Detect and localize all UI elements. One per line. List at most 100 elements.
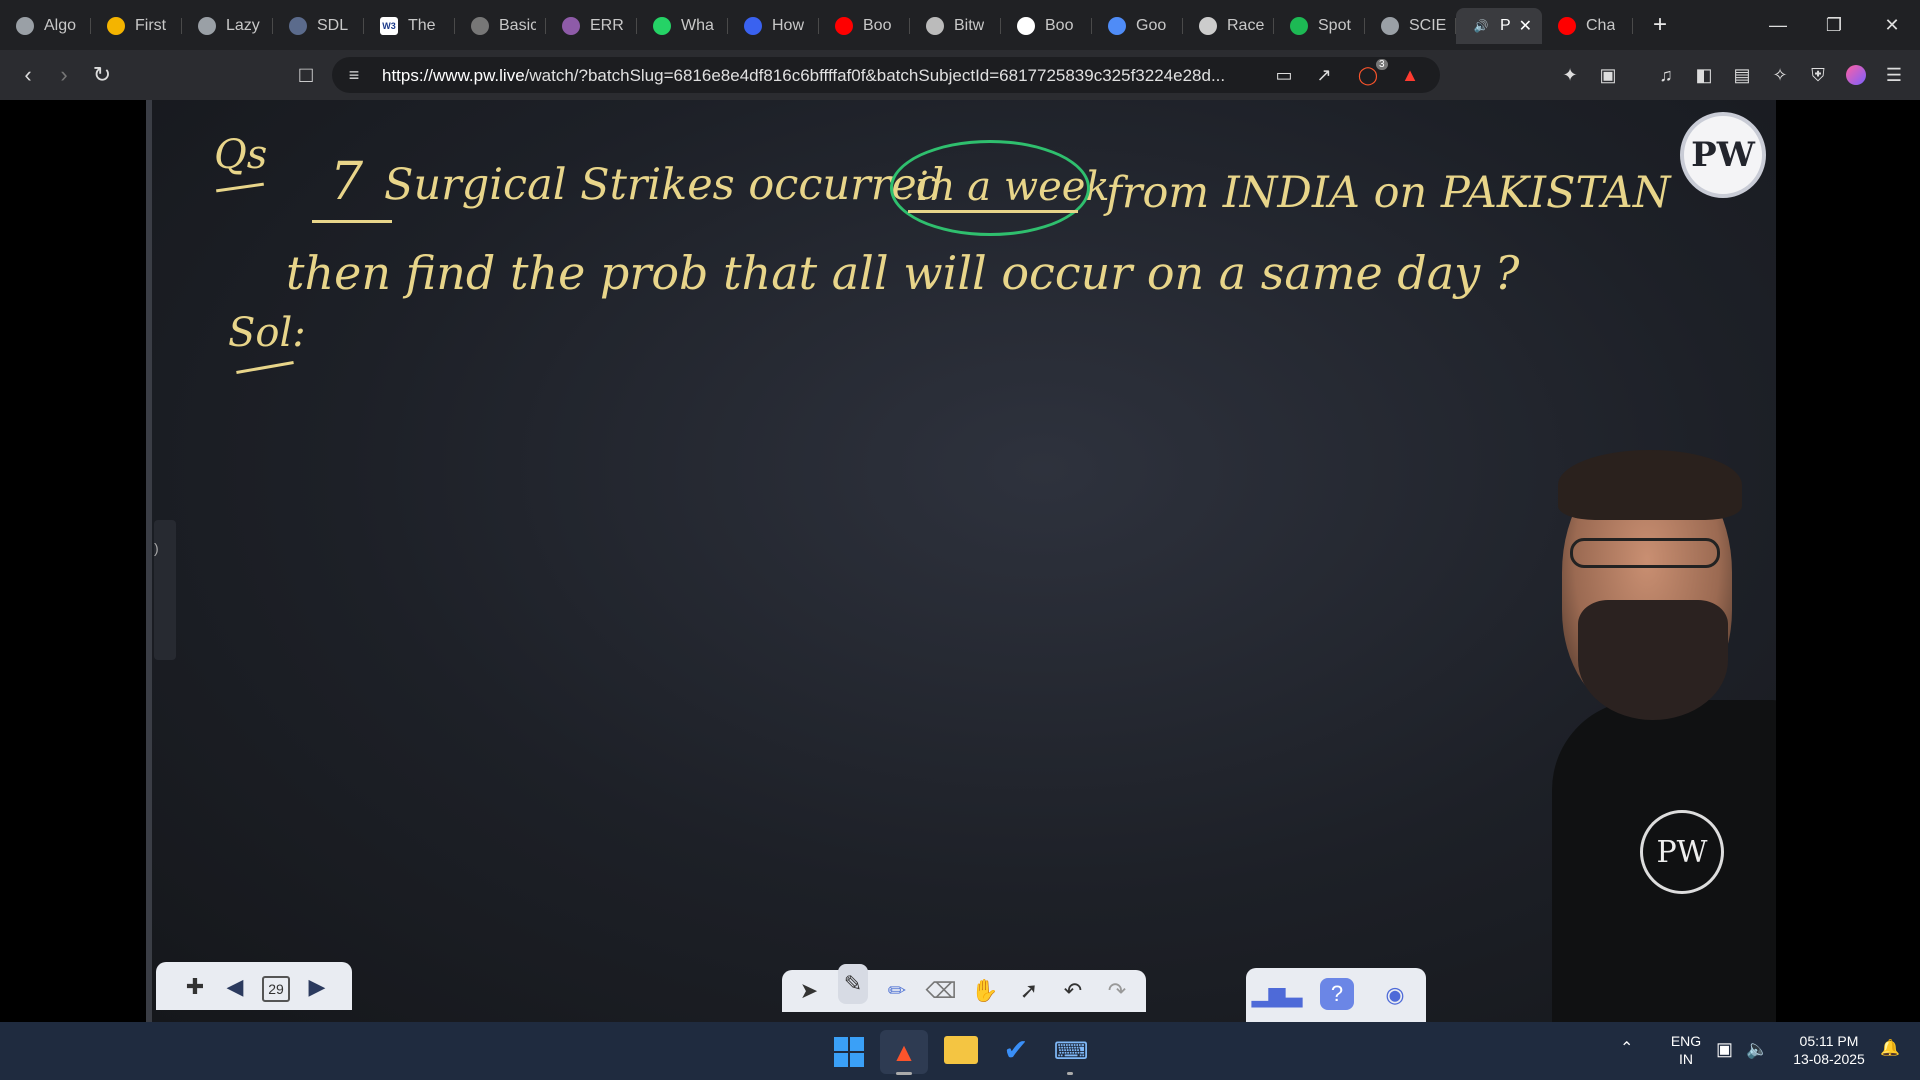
redo-icon[interactable]: ↷ <box>1102 976 1132 1006</box>
tab-label: ERR <box>590 17 624 34</box>
reader-mode-icon[interactable]: ▣ <box>1596 63 1620 87</box>
tab-label: P <box>1500 17 1511 34</box>
install-app-icon[interactable]: ▭ <box>1272 63 1296 87</box>
side-collapse-handle[interactable]: ) <box>154 520 176 660</box>
share-icon[interactable]: ↗ <box>1312 63 1336 87</box>
tab-3[interactable]: SDL <box>273 8 364 44</box>
reload-button[interactable]: ↻ <box>88 61 116 89</box>
solution-label: Sol: <box>228 310 306 356</box>
pointer-icon[interactable]: ➤ <box>794 976 824 1006</box>
tab-17[interactable]: Cha <box>1542 8 1633 44</box>
highlighter-icon[interactable]: ✏ <box>882 976 912 1006</box>
tab-10[interactable]: Bitw <box>910 8 1001 44</box>
tab-label: SDL <box>317 17 349 34</box>
instructor-beard <box>1578 600 1728 720</box>
gemini-icon <box>1108 17 1126 35</box>
tab-label: Boo <box>863 17 892 34</box>
poll-icon[interactable]: ▂▆▃ <box>1252 980 1303 1010</box>
mm-icon <box>471 17 489 35</box>
page-navigator: ✚ ◀ 29 ▶ <box>156 962 352 1010</box>
tab-14[interactable]: Spot <box>1274 8 1365 44</box>
profile-avatar[interactable] <box>1844 63 1868 87</box>
bolt-icon <box>107 17 125 35</box>
tab-15[interactable]: SCIE <box>1365 8 1456 44</box>
question-line1-end: from INDIA on PAKISTAN <box>1106 168 1671 218</box>
close-window-button[interactable]: ✕ <box>1864 0 1920 50</box>
lecture-video[interactable]: ) Qs 7 Surgical Strikes occurred in a we… <box>146 100 1776 1022</box>
tab-2[interactable]: Lazy <box>182 8 273 44</box>
language-indicator[interactable]: ENG IN <box>1664 1032 1708 1068</box>
tab-12[interactable]: Goo <box>1092 8 1183 44</box>
todo-icon[interactable]: ✔ <box>998 1032 1034 1068</box>
tab-label: Cha <box>1586 17 1616 34</box>
tab-16[interactable]: 🔊 P ✕ <box>1456 8 1542 44</box>
tab-4[interactable]: W3 The <box>364 8 455 44</box>
laser-icon[interactable]: ➚ <box>1014 976 1044 1006</box>
undo-icon[interactable]: ↶ <box>1058 976 1088 1006</box>
tab-5[interactable]: Basic <box>455 8 546 44</box>
tab-strip: Algo First Lazy SDL W3 The Basic ERR Wha How Boo Bi… <box>0 0 1920 50</box>
eraser-icon[interactable]: ⌫ <box>925 976 956 1006</box>
instructor-video: PW <box>1532 440 1776 1022</box>
vpn-icon[interactable]: ⛨ <box>1806 63 1830 87</box>
forward-button[interactable]: › <box>50 61 78 89</box>
pen-icon[interactable]: ✎ <box>838 964 868 1004</box>
tab-0[interactable]: Algo <box>0 8 91 44</box>
brave-rewards-icon[interactable]: ▲ <box>1398 63 1422 87</box>
minimize-button[interactable]: — <box>1750 0 1806 50</box>
instructor-hair <box>1558 450 1742 520</box>
tab-1[interactable]: First <box>91 8 182 44</box>
previous-page-icon[interactable]: ◀ <box>220 972 250 1002</box>
spotify-icon <box>1290 17 1308 35</box>
network-icon[interactable]: ▣ <box>1716 1040 1733 1058</box>
sidebar-icon[interactable]: ◧ <box>1692 63 1716 87</box>
taskbar: ▲ ✔ ⌨ ⌃ ENG IN ▣ 🔈 05:11 PM 13-08-2025 🔔 <box>0 1022 1920 1080</box>
tab-7[interactable]: Wha <box>637 8 728 44</box>
globe-icon <box>198 17 216 35</box>
notification-bell-icon[interactable]: 🔔 <box>1880 1040 1900 1058</box>
tab-9[interactable]: Boo <box>819 8 910 44</box>
question-line1-text: Surgical Strikes occurred <box>384 160 945 210</box>
tab-6[interactable]: ERR <box>546 8 637 44</box>
instructor-glasses <box>1570 538 1720 568</box>
add-page-icon[interactable]: ✚ <box>180 972 210 1002</box>
back-button[interactable]: ‹ <box>14 61 42 89</box>
menu-icon[interactable]: ☰ <box>1882 63 1906 87</box>
orb-icon <box>926 17 944 35</box>
camera-icon[interactable]: ◉ <box>1380 980 1410 1010</box>
leo-ai-icon[interactable]: ✧ <box>1768 63 1792 87</box>
file-explorer-icon[interactable] <box>944 1036 978 1064</box>
extensions-icon[interactable]: ✦ <box>1558 63 1582 87</box>
tab-13[interactable]: Race <box>1183 8 1274 44</box>
restore-button[interactable]: ❐ <box>1806 0 1862 50</box>
tab-11[interactable]: Boo <box>1001 8 1092 44</box>
question-icon[interactable]: ? <box>1320 978 1354 1010</box>
bookmark-icon[interactable]: □ <box>292 61 320 89</box>
volume-icon[interactable]: 🔈 <box>1746 1040 1768 1058</box>
site-settings-icon[interactable]: ≡ <box>342 63 366 87</box>
brain-icon <box>562 17 580 35</box>
question-number: 7 <box>330 152 364 212</box>
wallet-icon[interactable]: ▤ <box>1730 63 1754 87</box>
tab-label: How <box>772 17 805 34</box>
close-tab-icon[interactable]: ✕ <box>1519 16 1532 36</box>
board-edge <box>146 100 152 1022</box>
tray-overflow-icon[interactable]: ⌃ <box>1620 1040 1633 1058</box>
tab-label: Basic <box>499 17 536 34</box>
tab-label: Boo <box>1045 17 1074 34</box>
google-icon <box>1017 17 1035 35</box>
page-counter[interactable]: 29 <box>262 976 290 1002</box>
next-page-icon[interactable]: ▶ <box>302 972 332 1002</box>
keyboard-icon[interactable]: ⌨ <box>1054 1034 1089 1068</box>
new-tab-button[interactable]: + <box>1645 11 1675 39</box>
tab-8[interactable]: How <box>728 8 819 44</box>
address-bar[interactable]: ≡ https://www.pw.live/watch/?batchSlug=6… <box>332 57 1440 93</box>
question-line2-text: then find the prob that all will occur o… <box>286 246 1520 300</box>
globe-icon <box>1381 17 1399 35</box>
media-icon[interactable]: ♫ <box>1654 63 1678 87</box>
start-button[interactable] <box>834 1037 864 1067</box>
clock[interactable]: 05:11 PM 13-08-2025 <box>1784 1032 1874 1068</box>
speaker-icon: 🔊 <box>1473 19 1489 33</box>
hand-icon[interactable]: ✋ <box>970 976 1000 1006</box>
brave-taskbar-icon[interactable]: ▲ <box>880 1030 928 1074</box>
